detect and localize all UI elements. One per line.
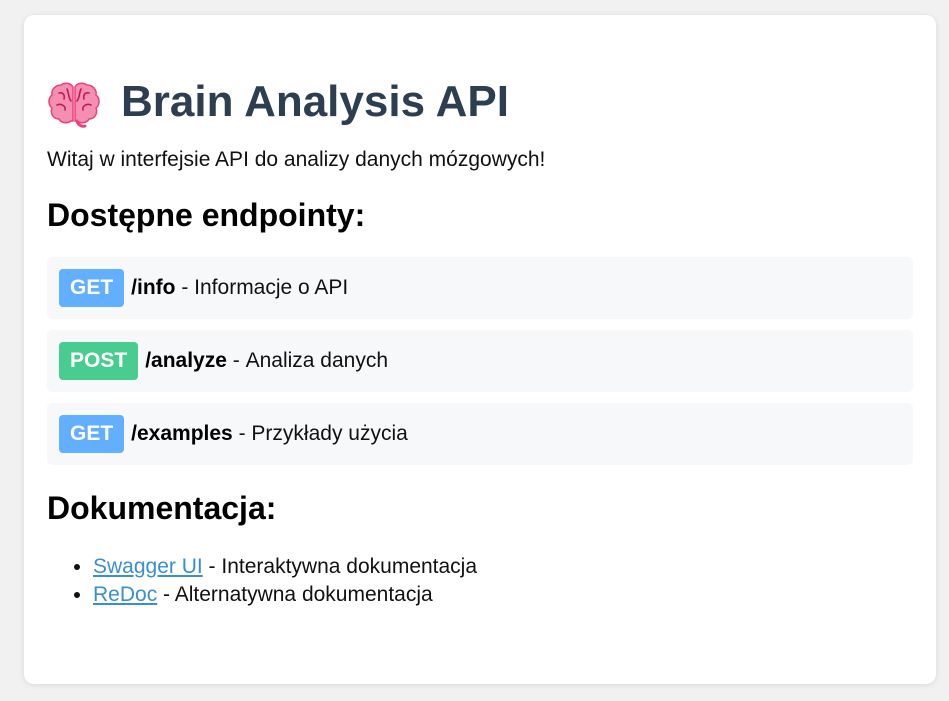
page-title: Brain Analysis API: [121, 77, 509, 126]
docs-separator: -: [157, 583, 175, 606]
docs-description: Alternatywna dokumentacja: [174, 583, 433, 606]
docs-heading: Dokumentacja:: [47, 490, 277, 526]
method-badge-get: GET: [59, 415, 125, 453]
docs-separator: -: [202, 555, 222, 578]
endpoint-separator: -: [175, 276, 195, 299]
endpoint-description: Informacje o API: [194, 276, 349, 299]
redoc-link[interactable]: ReDoc: [93, 583, 157, 606]
endpoint-separator: -: [226, 349, 246, 372]
method-badge-post: POST: [59, 342, 139, 380]
endpoint-separator: -: [232, 422, 252, 445]
endpoints-heading: Dostępne endpointy:: [47, 197, 366, 233]
docs-list: Swagger UI - Interaktywna dokumentacja R…: [47, 553, 913, 609]
endpoint-description: Przykłady użycia: [251, 422, 408, 445]
intro-text: Witaj w interfejsie API do analizy danyc…: [47, 148, 546, 171]
docs-list-item-swagger: Swagger UI - Interaktywna dokumentacja: [93, 553, 913, 581]
endpoint-path: /info: [131, 276, 176, 299]
endpoint-path: /examples: [131, 422, 233, 445]
endpoint-list: GET /info - Informacje o API POST /analy…: [47, 257, 913, 465]
docs-list-item-redoc: ReDoc - Alternatywna dokumentacja: [93, 581, 913, 609]
endpoint-item-examples: GET /examples - Przykłady użycia: [47, 403, 913, 465]
title-row: Brain Analysis API: [47, 75, 913, 129]
endpoint-item-analyze: POST /analyze - Analiza danych: [47, 330, 913, 392]
endpoint-path: /analyze: [145, 349, 227, 372]
main-card: Brain Analysis API Witaj w interfejsie A…: [24, 15, 936, 684]
endpoint-item-info: GET /info - Informacje o API: [47, 257, 913, 319]
endpoint-description: Analiza danych: [245, 349, 389, 372]
brain-icon: [47, 75, 103, 129]
swagger-ui-link[interactable]: Swagger UI: [93, 555, 203, 578]
docs-description: Interaktywna dokumentacja: [221, 555, 478, 578]
method-badge-get: GET: [59, 269, 125, 307]
